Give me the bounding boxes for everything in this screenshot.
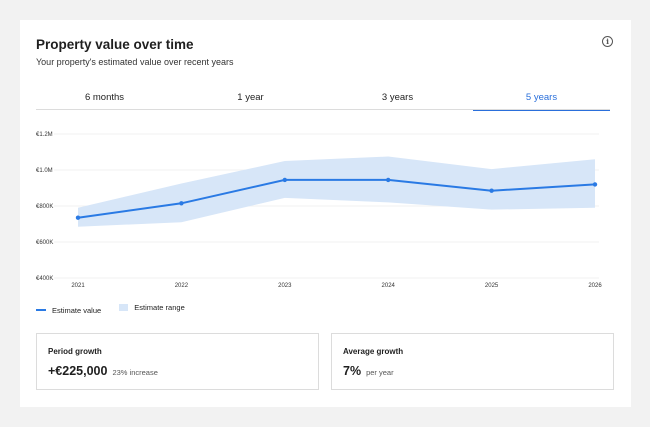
chart-legend: Estimate value Estimate range — [36, 303, 201, 315]
tab-6-months[interactable]: 6 months — [36, 92, 173, 110]
period-growth-card: Period growth +€225,000 23% increase — [36, 333, 319, 390]
estimate-value-point — [179, 201, 184, 206]
value-chart: €400K €600K €800K €1.0M €1.2M 2021 2022 2023 202… — [36, 132, 602, 289]
estimate-value-point — [489, 188, 494, 193]
average-growth-note: per year — [366, 368, 394, 377]
y-tick-label: €1.2M — [36, 132, 53, 138]
info-icon[interactable]: i — [602, 36, 613, 47]
estimate-value-point — [282, 177, 287, 183]
tab-3-years[interactable]: 3 years — [329, 92, 466, 110]
tab-1-year[interactable]: 1 year — [182, 92, 319, 110]
estimate-range-band — [78, 156, 595, 227]
card-title: Property value over time — [36, 37, 194, 52]
legend-range-swatch — [119, 304, 129, 311]
average-growth-card: Average growth 7% per year — [331, 333, 614, 390]
property-value-card: Property value over time Your property's… — [20, 20, 631, 407]
average-growth-value: 7% per year — [343, 364, 394, 378]
average-growth-label: Average growth — [343, 347, 404, 356]
estimate-value-point — [386, 177, 391, 183]
x-tick-label: 2025 — [485, 283, 499, 289]
time-range-tabs: 6 months 1 year 3 years 5 years — [36, 92, 610, 111]
estimate-value-point — [592, 182, 598, 187]
average-growth-amount: 7% — [343, 364, 362, 378]
x-tick-label: 2026 — [588, 283, 602, 289]
y-tick-label: €1.0M — [36, 168, 53, 174]
estimate-value-point — [75, 215, 81, 220]
x-tick-label: 2022 — [175, 283, 189, 289]
x-tick-label: 2023 — [278, 283, 292, 289]
y-tick-label: €600K — [36, 240, 53, 246]
tab-5-years[interactable]: 5 years — [473, 92, 610, 111]
period-growth-note: 23% increase — [112, 368, 158, 377]
legend-estimate-range: Estimate range — [119, 303, 185, 312]
period-growth-amount: +€225,000 — [48, 364, 108, 378]
x-tick-label: 2021 — [71, 283, 85, 289]
period-growth-value: +€225,000 23% increase — [48, 364, 158, 378]
card-subtitle: Your property's estimated value over rec… — [36, 57, 234, 67]
y-tick-label: €800K — [36, 204, 53, 210]
legend-estimate-value: Estimate value — [36, 306, 101, 315]
legend-line-label: Estimate value — [52, 305, 102, 315]
legend-line-swatch — [36, 309, 46, 311]
x-tick-label: 2024 — [382, 283, 396, 289]
period-growth-label: Period growth — [48, 347, 102, 356]
legend-range-label: Estimate range — [134, 303, 185, 312]
y-tick-label: €400K — [36, 276, 53, 282]
